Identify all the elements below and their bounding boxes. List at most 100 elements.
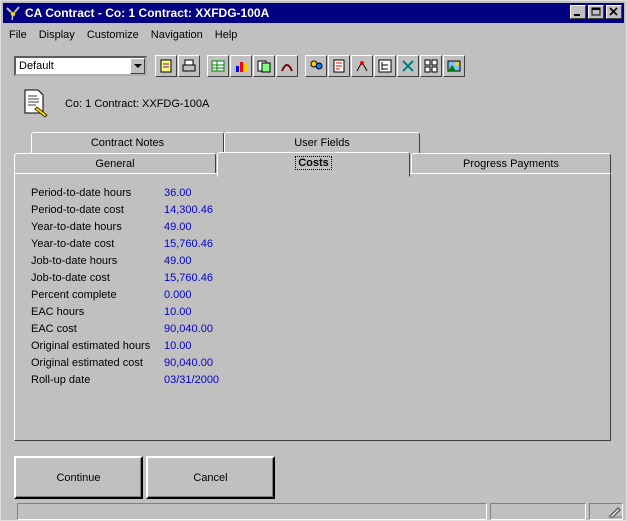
cost-label: Job-to-date hours <box>31 254 118 267</box>
cost-label: EAC hours <box>31 305 85 318</box>
cost-label: Original estimated cost <box>31 356 143 369</box>
menu-help[interactable]: Help <box>213 29 240 41</box>
tools-icon <box>402 60 414 72</box>
cost-label: Period-to-date hours <box>31 186 132 199</box>
edit-pencil-icon <box>608 504 622 519</box>
tree-button[interactable] <box>374 55 396 77</box>
cost-value: 36.00 <box>164 186 192 199</box>
tab-general[interactable]: General <box>14 153 216 175</box>
tree-icon <box>378 59 392 73</box>
cost-value: 0.000 <box>164 288 192 301</box>
link-icon <box>281 64 293 72</box>
menu-bar: File Display Customize Navigation Help <box>7 26 239 44</box>
cost-value: 14,300.46 <box>164 203 213 216</box>
close-button[interactable] <box>606 5 622 19</box>
cost-row: Job-to-date cost 15,760.46 <box>31 269 219 286</box>
chart-icon <box>236 62 247 72</box>
view-select-value: Default <box>19 60 54 72</box>
tab-costs[interactable]: Costs <box>217 152 410 177</box>
contract-header: Co: 1 Contract: XXFDG-100A <box>23 89 209 119</box>
tools-button[interactable] <box>397 55 419 77</box>
menu-display[interactable]: Display <box>37 29 77 41</box>
chevron-down-icon[interactable] <box>130 58 145 74</box>
lookup-button[interactable] <box>351 55 373 77</box>
contract-label: Co: 1 Contract: XXFDG-100A <box>65 98 210 110</box>
print-icon <box>182 59 196 72</box>
cost-value: 10.00 <box>164 305 192 318</box>
cost-row: Period-to-date hours 36.00 <box>31 184 219 201</box>
chart-button[interactable] <box>230 55 252 77</box>
toolbar: Default <box>14 54 466 78</box>
cost-row: Job-to-date hours 49.00 <box>31 252 219 269</box>
cost-row: Year-to-date cost 15,760.46 <box>31 235 219 252</box>
layout-button[interactable] <box>420 55 442 77</box>
report-button[interactable] <box>328 55 350 77</box>
cost-label: Roll-up date <box>31 373 91 386</box>
cost-value: 10.00 <box>164 339 192 352</box>
note-button[interactable] <box>155 55 177 77</box>
cost-label: EAC cost <box>31 322 77 335</box>
link-button[interactable] <box>276 55 298 77</box>
tab-general-label: General <box>95 158 135 170</box>
cost-label: Job-to-date cost <box>31 271 110 284</box>
app-window: CA Contract - Co: 1 Contract: XXFDG-100A… <box>0 0 627 521</box>
report-icon <box>333 59 345 73</box>
cost-row: EAC cost 90,040.00 <box>31 320 219 337</box>
maximize-button[interactable] <box>588 5 604 19</box>
forms-icon <box>257 60 271 73</box>
cost-label: Year-to-date hours <box>31 220 122 233</box>
layout-icon <box>424 59 438 73</box>
minimize-icon <box>574 14 580 16</box>
cost-value: 90,040.00 <box>164 356 213 369</box>
continue-button-label: Continue <box>56 471 101 484</box>
view-select[interactable]: Default <box>14 56 147 76</box>
cost-value: 49.00 <box>164 220 192 233</box>
menu-file[interactable]: File <box>7 29 29 41</box>
cost-row: Period-to-date cost 14,300.46 <box>31 201 219 218</box>
minimize-button[interactable] <box>570 5 586 19</box>
continue-button[interactable]: Continue <box>14 456 143 499</box>
cost-value: 49.00 <box>164 254 192 267</box>
tab-user-fields[interactable]: User Fields <box>224 132 420 154</box>
cost-label: Year-to-date cost <box>31 237 115 250</box>
menu-navigation[interactable]: Navigation <box>149 29 205 41</box>
image-button[interactable] <box>443 55 465 77</box>
people-icon <box>310 60 323 70</box>
cost-label: Original estimated hours <box>31 339 151 352</box>
title-bar[interactable]: CA Contract - Co: 1 Contract: XXFDG-100A <box>3 3 624 23</box>
status-bar-main <box>17 503 487 520</box>
cost-label: Percent complete <box>31 288 117 301</box>
cost-value: 15,760.46 <box>164 237 213 250</box>
document-icon <box>23 89 49 119</box>
cost-value: 15,760.46 <box>164 271 213 284</box>
tab-user-fields-label: User Fields <box>294 137 350 149</box>
tab-progress-payments[interactable]: Progress Payments <box>411 153 611 175</box>
image-icon <box>447 60 461 72</box>
costs-panel: Period-to-date hours 36.00 Period-to-date … <box>14 173 611 441</box>
cancel-button[interactable]: Cancel <box>146 456 275 499</box>
cost-row: EAC hours 10.00 <box>31 303 219 320</box>
cancel-button-label: Cancel <box>193 471 228 484</box>
people-button[interactable] <box>305 55 327 77</box>
window-title: CA Contract - Co: 1 Contract: XXFDG-100A <box>25 6 270 20</box>
status-bar-secondary <box>490 503 586 520</box>
maximize-icon <box>591 7 601 16</box>
forms-button[interactable] <box>253 55 275 77</box>
grid-icon <box>211 60 225 72</box>
toolbar-icons <box>155 55 466 77</box>
tab-contract-notes[interactable]: Contract Notes <box>31 132 224 154</box>
cost-row: Original estimated cost 90,040.00 <box>31 354 219 371</box>
cost-row: Year-to-date hours 49.00 <box>31 218 219 235</box>
grid-button[interactable] <box>207 55 229 77</box>
cost-value: 90,040.00 <box>164 322 213 335</box>
tab-progress-payments-label: Progress Payments <box>463 158 559 170</box>
tab-contract-notes-label: Contract Notes <box>90 137 165 149</box>
menu-customize[interactable]: Customize <box>85 29 141 41</box>
close-icon <box>609 7 618 16</box>
tab-costs-label: Costs <box>295 156 332 170</box>
costs-fields: Period-to-date hours 36.00 Period-to-date … <box>31 184 219 388</box>
print-button[interactable] <box>178 55 200 77</box>
cost-row: Roll-up date 03/31/2000 <box>31 371 219 388</box>
cost-row: Original estimated hours 10.00 <box>31 337 219 354</box>
app-icon[interactable] <box>5 5 21 21</box>
